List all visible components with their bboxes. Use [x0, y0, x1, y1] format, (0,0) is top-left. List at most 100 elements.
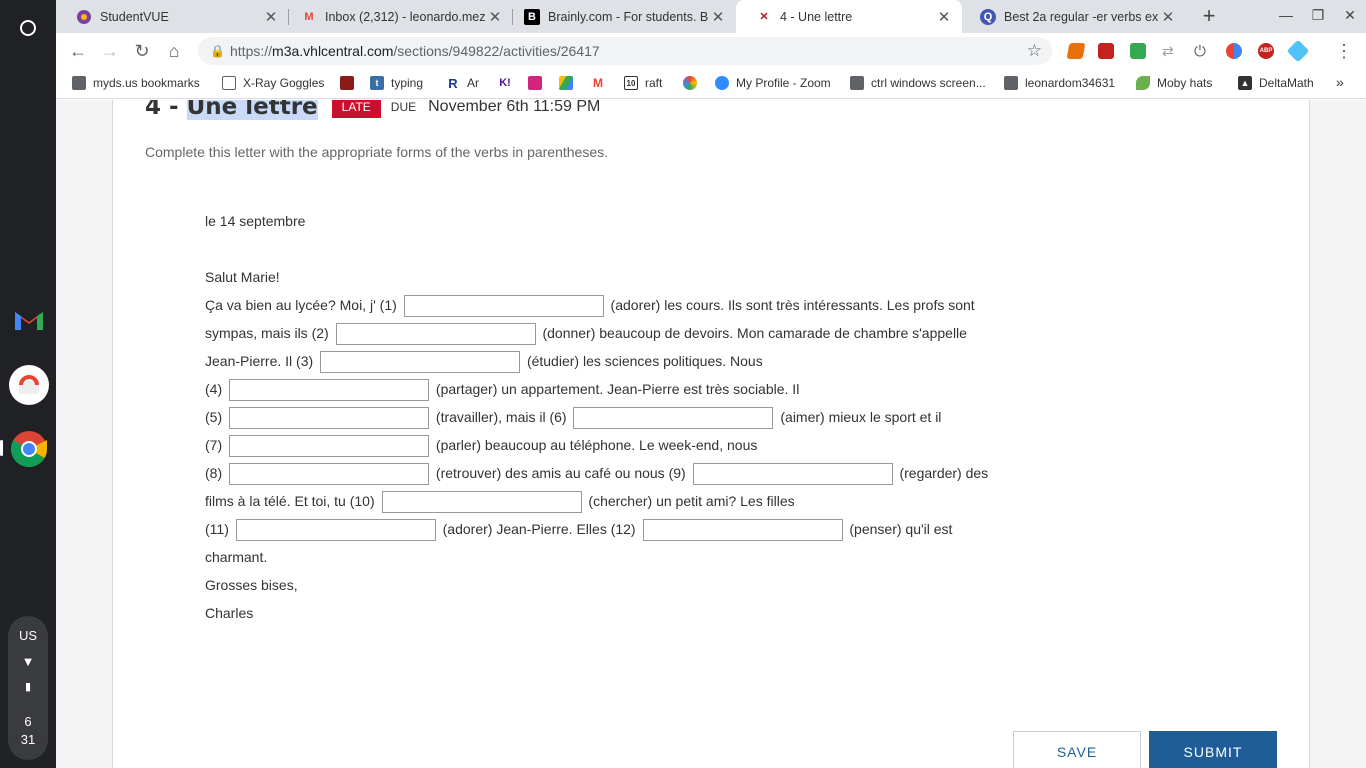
tab-quizlet[interactable]: Q Best 2a regular -er verbs exerci ✕ [960, 0, 1186, 33]
bookmark-item[interactable] [528, 76, 549, 90]
extension-icon[interactable]: ⇄ [1162, 43, 1178, 59]
letter-text: Jean-Pierre. Il (3) [205, 353, 314, 369]
zoom-icon [715, 76, 729, 90]
ime-indicator: US [18, 628, 38, 643]
answer-input-4[interactable] [229, 379, 430, 402]
bookmark-label: raft [645, 76, 663, 90]
activity-card: 4 - Une lettre LATE DUE November 6th 11:… [112, 100, 1310, 768]
letter-line: Jean-Pierre. Il (3) (étudier) les scienc… [205, 350, 763, 374]
more-bookmarks-icon[interactable]: » [1336, 74, 1344, 90]
site-icon [340, 76, 354, 90]
home-icon[interactable]: ⌂ [162, 39, 186, 63]
activity-header: 4 - Une lettre LATE DUE November 6th 11:… [145, 100, 600, 120]
letter-text: (adorer) Jean-Pierre. Elles (12) [442, 521, 636, 537]
bookmark-item[interactable] [683, 76, 704, 90]
bookmark-item[interactable]: My Profile - Zoom [715, 76, 831, 90]
bookmark-item[interactable]: Moby hats [1136, 76, 1212, 90]
answer-input-7[interactable] [229, 435, 430, 458]
bookmark-item[interactable]: ▲ DeltaMath [1238, 76, 1314, 90]
bookmarks-bar: myds.us bookmarks X-Ray Goggles t typing … [56, 69, 1366, 99]
close-icon[interactable]: ✕ [261, 8, 281, 26]
tab-title: StudentVUE [100, 9, 169, 24]
extension-icon[interactable] [1226, 43, 1242, 59]
new-tab-button[interactable]: + [1196, 4, 1222, 30]
restore-icon[interactable]: ❐ [1308, 7, 1328, 24]
close-window-icon[interactable]: ✕ [1340, 7, 1360, 24]
answer-input-9[interactable] [692, 463, 893, 486]
answer-input-5[interactable] [229, 407, 430, 430]
answer-input-10[interactable] [381, 491, 582, 514]
bookmark-label: Moby hats [1157, 76, 1213, 90]
close-icon[interactable]: ✕ [934, 8, 954, 26]
bookmark-folder[interactable]: leonardom34631 [1004, 76, 1115, 90]
chrome-app-icon[interactable] [9, 429, 49, 469]
launcher-icon [20, 20, 36, 36]
bookmark-star-icon[interactable]: ☆ [1027, 37, 1042, 65]
letter-text: (aimer) mieux le sport et il [780, 409, 942, 425]
page-title: 4 - Une lettre [145, 100, 318, 120]
tab-gmail[interactable]: M Inbox (2,312) - leonardo.meza ✕ [281, 0, 513, 33]
submit-button[interactable]: SUBMIT [1149, 731, 1277, 768]
bookmark-label: ctrl windows screen... [871, 76, 986, 90]
answer-input-11[interactable] [235, 519, 436, 542]
address-bar[interactable]: 🔒 https://m3a.vhlcentral.com/sections/949… [198, 37, 1052, 65]
letter-text: (regarder) des [899, 465, 989, 481]
letter-text: (penser) qu'il est [849, 521, 953, 537]
bookmark-item[interactable]: K! [498, 76, 519, 90]
close-icon[interactable]: ✕ [485, 8, 505, 26]
answer-input-8[interactable] [229, 463, 430, 486]
gmail-icon: M [304, 10, 314, 23]
launcher-button[interactable] [10, 10, 46, 46]
answer-input-2[interactable] [335, 323, 536, 346]
chrome-web-store-icon[interactable] [9, 365, 49, 405]
forward-icon[interactable]: → [98, 39, 122, 63]
status-tray[interactable]: US ▼ ▮ 6 31 [8, 616, 48, 760]
letter-line: films à la télé. Et toi, tu (10) (cherch… [205, 490, 795, 514]
clock-hour: 6 [24, 714, 32, 729]
bookmark-folder[interactable]: ctrl windows screen... [850, 76, 986, 90]
letter-signature: Charles [205, 605, 254, 621]
close-icon[interactable]: ✕ [1158, 8, 1178, 26]
bookmark-folder[interactable]: myds.us bookmarks [72, 76, 200, 90]
bookmark-item[interactable]: R Ar [446, 76, 479, 91]
bookmark-item[interactable]: X-Ray Goggles [222, 76, 324, 90]
extension-icon[interactable] [1286, 39, 1310, 63]
letter-text: (parler) beaucoup au téléphone. Le week-… [435, 437, 758, 453]
minimize-icon[interactable]: — [1276, 7, 1296, 23]
back-icon[interactable]: ← [66, 39, 90, 63]
adblock-icon[interactable]: ABP [1258, 43, 1274, 59]
tab-brainly[interactable]: B Brainly.com - For students. By ✕ [504, 0, 736, 33]
answer-input-3[interactable] [320, 351, 521, 374]
extension-icon[interactable] [1066, 43, 1086, 59]
letter-text: (retrouver) des amis au café ou nous (9) [435, 465, 686, 481]
classroom-extension-icon[interactable] [1130, 43, 1146, 59]
due-label: DUE [390, 100, 417, 114]
power-extension-icon[interactable]: ⏻ [1194, 43, 1210, 60]
due-date: November 6th 11:59 PM [428, 100, 601, 115]
letter-line: sympas, mais ils (2) (donner) beaucoup d… [205, 322, 967, 346]
answer-input-1[interactable] [403, 295, 604, 318]
close-icon[interactable]: ✕ [708, 8, 728, 26]
letter-text: (adorer) les cours. Ils sont très intére… [610, 297, 975, 313]
extension-icon[interactable] [1098, 43, 1114, 59]
page-icon [222, 76, 236, 90]
tab-une-lettre[interactable]: ✕ 4 - Une lettre ✕ [736, 0, 962, 33]
letter-line: (8) (retrouver) des amis au café ou nous… [205, 462, 989, 486]
answer-input-6[interactable] [573, 407, 774, 430]
gmail-app-icon[interactable] [9, 300, 49, 340]
reload-icon[interactable]: ↻ [130, 39, 154, 63]
bookmark-item[interactable]: t typing [370, 76, 423, 90]
letter-closing: Grosses bises, [205, 577, 298, 593]
bookmark-item[interactable] [340, 76, 361, 90]
bookmark-item[interactable] [559, 76, 580, 90]
letter-line: (5) (travailler), mais il (6) (aimer) mi… [205, 406, 942, 430]
menu-icon[interactable]: ⋮ [1332, 39, 1356, 63]
bookmark-item[interactable]: M [591, 76, 612, 90]
tab-studentvue[interactable]: StudentVUE ✕ [56, 0, 289, 33]
bookmark-label: myds.us bookmarks [93, 76, 200, 90]
letter-text: (8) [205, 465, 223, 481]
answer-input-12[interactable] [642, 519, 843, 542]
save-button[interactable]: SAVE [1013, 731, 1141, 768]
letter-text: Ça va bien au lycée? Moi, j' (1) [205, 297, 397, 313]
bookmark-item[interactable]: 10 raft [624, 76, 662, 90]
